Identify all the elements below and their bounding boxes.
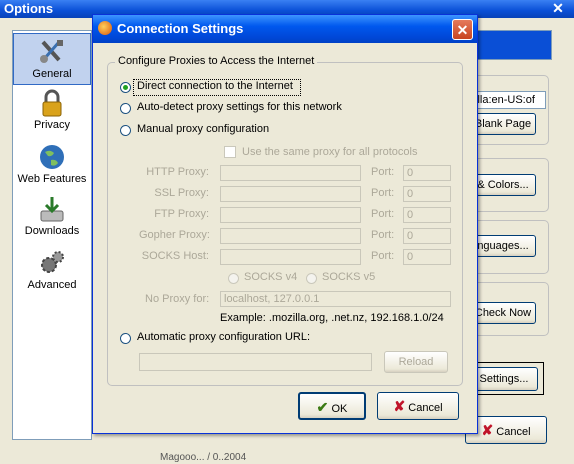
manual-proxy-radio[interactable] xyxy=(120,125,131,136)
socks-port-input[interactable]: 0 xyxy=(403,249,451,265)
ssl-port-input[interactable]: 0 xyxy=(403,186,451,202)
sidebar-item-privacy[interactable]: Privacy xyxy=(13,85,91,137)
gopher-proxy-label: Gopher Proxy: xyxy=(139,229,210,241)
sidebar-item-advanced[interactable]: Advanced xyxy=(13,245,91,297)
options-close-icon[interactable]: ✕ xyxy=(548,0,568,16)
ssl-port-label: Port: xyxy=(371,187,395,199)
options-sidebar: General Privacy Web Features Downloads A… xyxy=(12,30,92,440)
same-proxy-label: Use the same proxy for all protocols xyxy=(242,146,418,158)
http-port-input[interactable]: 0 xyxy=(403,165,451,181)
options-title: Options xyxy=(4,1,54,16)
sidebar-item-label: General xyxy=(32,68,72,80)
options-cancel-label: Cancel xyxy=(496,426,531,438)
socks-host-input[interactable] xyxy=(220,249,361,265)
ok-check-icon: ✔ xyxy=(316,399,329,415)
ssl-proxy-label: SSL Proxy: xyxy=(154,187,209,199)
ok-label: OK xyxy=(331,403,348,415)
globe-icon xyxy=(40,145,64,169)
tools-icon xyxy=(40,40,63,63)
auto-config-url-radio[interactable] xyxy=(120,333,131,344)
socks-v5-radio[interactable] xyxy=(306,273,317,284)
check-now-button[interactable]: Check Now xyxy=(470,302,536,324)
ftp-proxy-label: FTP Proxy: xyxy=(154,208,209,220)
sidebar-item-label: Privacy xyxy=(33,119,71,131)
socks-host-label: SOCKS Host: xyxy=(141,250,209,262)
cancel-x-icon: ✘ xyxy=(481,422,494,438)
fonts-colors-button[interactable]: & Colors... xyxy=(470,174,536,196)
dialog-title: Connection Settings xyxy=(117,21,244,36)
gopher-proxy-input[interactable] xyxy=(220,228,361,244)
sidebar-item-label: Advanced xyxy=(27,279,77,291)
ok-button[interactable]: ✔ OK xyxy=(298,392,366,420)
firefox-icon xyxy=(98,21,112,35)
proxy-group-label: Configure Proxies to Access the Internet xyxy=(115,55,318,67)
downloads-icon xyxy=(40,197,64,222)
manual-proxy-label[interactable]: Manual proxy configuration xyxy=(137,123,269,135)
cancel-x-icon: ✘ xyxy=(393,398,406,414)
autodetect-radio[interactable] xyxy=(120,103,131,114)
no-proxy-label: No Proxy for: xyxy=(145,293,210,305)
http-proxy-input[interactable] xyxy=(220,165,361,181)
auto-config-url-input[interactable] xyxy=(139,353,372,371)
gopher-port-input[interactable]: 0 xyxy=(403,228,451,244)
languages-button[interactable]: nguages... xyxy=(470,235,536,257)
socks-v4-radio[interactable] xyxy=(228,273,239,284)
lock-icon xyxy=(42,89,62,117)
direct-connection-radio[interactable] xyxy=(120,82,131,93)
same-proxy-checkbox[interactable] xyxy=(224,146,236,158)
sidebar-item-web-features[interactable]: Web Features xyxy=(13,139,91,191)
dialog-cancel-button[interactable]: ✘ Cancel xyxy=(377,392,459,420)
homepage-url-input[interactable]: illa:en-US:of xyxy=(470,91,546,109)
ftp-port-input[interactable]: 0 xyxy=(403,207,451,223)
http-proxy-label: HTTP Proxy: xyxy=(146,166,209,178)
sidebar-item-general[interactable]: General xyxy=(13,33,91,85)
auto-config-url-label[interactable]: Automatic proxy configuration URL: xyxy=(137,331,310,343)
dialog-cancel-label: Cancel xyxy=(408,402,443,414)
autodetect-label[interactable]: Auto-detect proxy settings for this netw… xyxy=(137,101,342,113)
blank-page-button[interactable]: Blank Page xyxy=(470,113,536,135)
ssl-proxy-input[interactable] xyxy=(220,186,361,202)
sidebar-item-label: Downloads xyxy=(24,225,80,237)
sidebar-item-downloads[interactable]: Downloads xyxy=(13,191,91,243)
settings-button[interactable]: Settings... xyxy=(470,367,538,391)
reload-button[interactable]: Reload xyxy=(384,351,448,373)
socks-port-label: Port: xyxy=(371,250,395,262)
gears-icon xyxy=(41,251,64,273)
no-proxy-example: Example: .mozilla.org, .net.nz, 192.168.… xyxy=(220,312,444,324)
ftp-port-label: Port: xyxy=(371,208,395,220)
sidebar-item-label: Web Features xyxy=(17,173,87,185)
dialog-close-icon[interactable]: ✕ xyxy=(452,19,473,40)
socks-v4-label: SOCKS v4 xyxy=(244,271,298,283)
http-port-label: Port: xyxy=(371,166,395,178)
gopher-port-label: Port: xyxy=(371,229,395,241)
connection-settings-dialog: Connection Settings ✕ Configure Proxies … xyxy=(92,14,478,434)
direct-connection-label[interactable]: Direct connection to the Internet xyxy=(137,80,293,92)
socks-v5-label: SOCKS v5 xyxy=(322,271,376,283)
no-proxy-input[interactable]: localhost, 127.0.0.1 xyxy=(220,291,451,307)
status-fragment: Magooo... / 0..2004 xyxy=(160,452,247,463)
dialog-title-bar: Connection Settings xyxy=(93,15,477,43)
ftp-proxy-input[interactable] xyxy=(220,207,361,223)
